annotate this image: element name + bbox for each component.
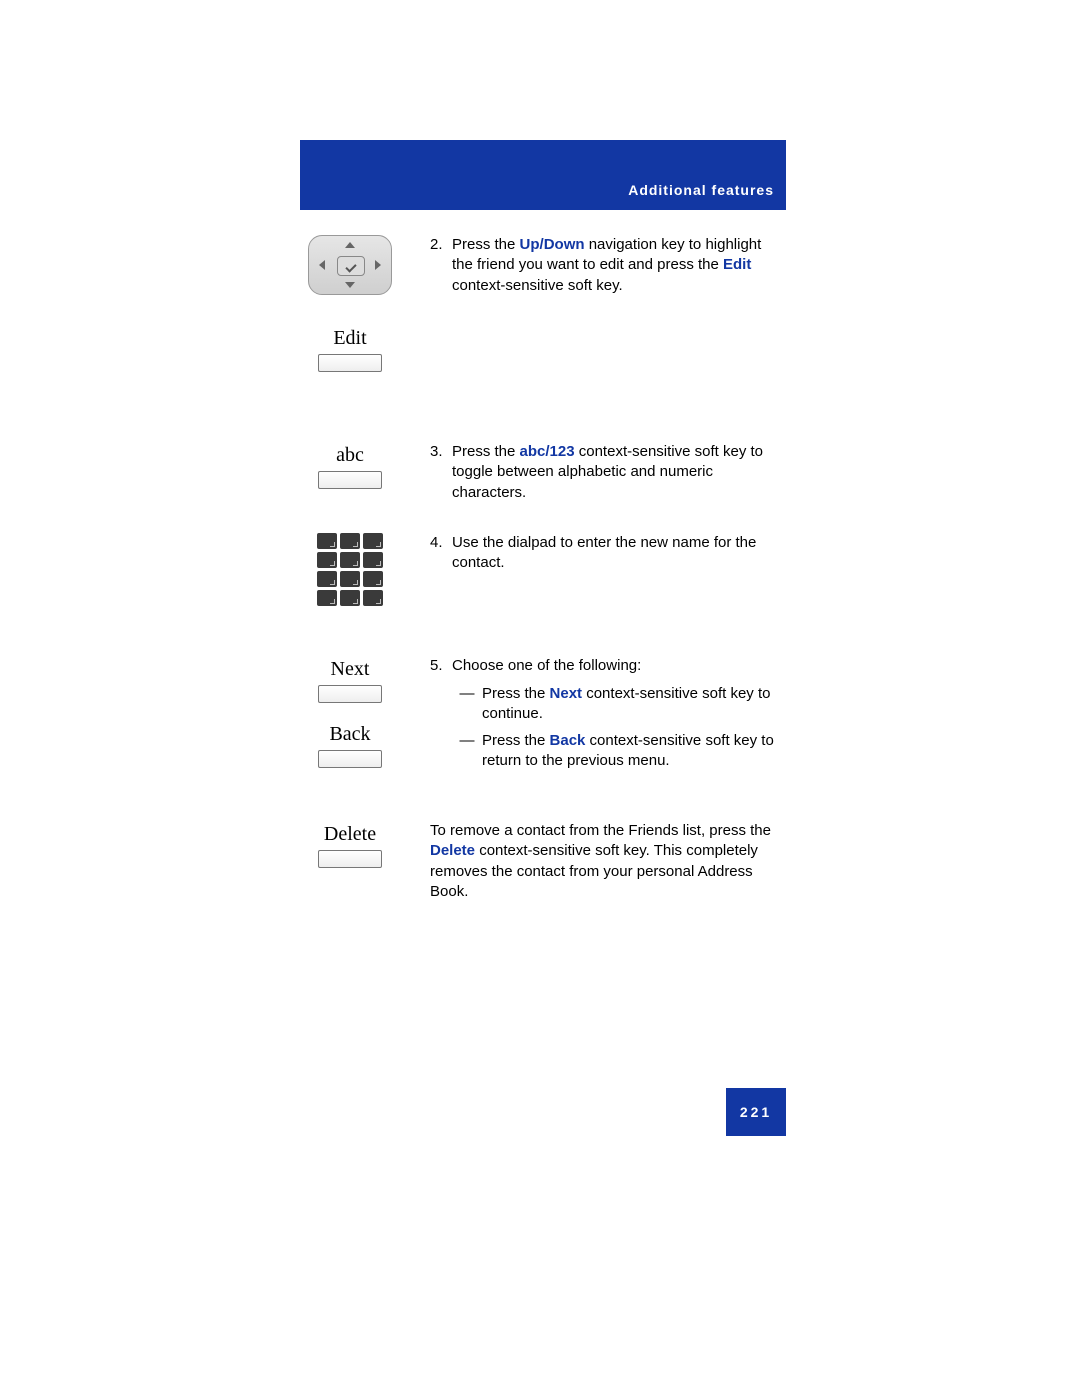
option-back: — Press the Back context-sensitive soft … (452, 731, 786, 772)
key-edit: Edit (723, 256, 751, 273)
softkey-back-label: Back (329, 723, 370, 746)
dialpad-icon (317, 533, 383, 606)
section-title: Additional features (628, 182, 774, 198)
content-area: Edit 2. Press the Up/Down navigation key… (280, 235, 786, 932)
step-number: 3. (430, 442, 452, 503)
step-number: 2. (430, 235, 452, 296)
softkey-abc-icon (318, 471, 382, 489)
step-text: Press the Up/Down navigation key to high… (452, 235, 786, 296)
softkey-delete-label: Delete (324, 823, 376, 846)
key-back: Back (550, 732, 586, 749)
step-lead: Choose one of the following: (452, 656, 786, 676)
step-number: 5. (430, 656, 452, 771)
manual-page: Additional features Edit 2. Press the Up… (0, 0, 1080, 1397)
option-next: — Press the Next context-sensitive soft … (452, 684, 786, 725)
step-text: Use the dialpad to enter the new name fo… (452, 533, 786, 574)
softkey-next-label: Next (331, 658, 370, 681)
step-4: 4. Use the dialpad to enter the new name… (430, 533, 786, 574)
key-updown: Up/Down (520, 236, 585, 253)
key-next: Next (550, 685, 583, 702)
step-3: 3. Press the abc/123 context-sensitive s… (430, 442, 786, 503)
softkey-back-icon (318, 750, 382, 768)
step-number: 4. (430, 533, 452, 574)
step-text: Press the abc/123 context-sensitive soft… (452, 442, 786, 503)
softkey-edit-icon (318, 354, 382, 372)
softkey-delete-icon (318, 850, 382, 868)
header-bar: Additional features (300, 140, 786, 210)
navigation-pad-icon (308, 235, 392, 295)
page-number: 221 (726, 1088, 786, 1136)
softkey-abc-label: abc (336, 444, 364, 467)
softkey-next-icon (318, 685, 382, 703)
step-5: 5. Choose one of the following: — Press … (430, 656, 786, 771)
key-abc123: abc/123 (520, 443, 575, 460)
delete-paragraph: To remove a contact from the Friends lis… (430, 821, 786, 902)
step-2: 2. Press the Up/Down navigation key to h… (430, 235, 786, 296)
softkey-edit-label: Edit (333, 327, 366, 350)
key-delete: Delete (430, 842, 475, 859)
